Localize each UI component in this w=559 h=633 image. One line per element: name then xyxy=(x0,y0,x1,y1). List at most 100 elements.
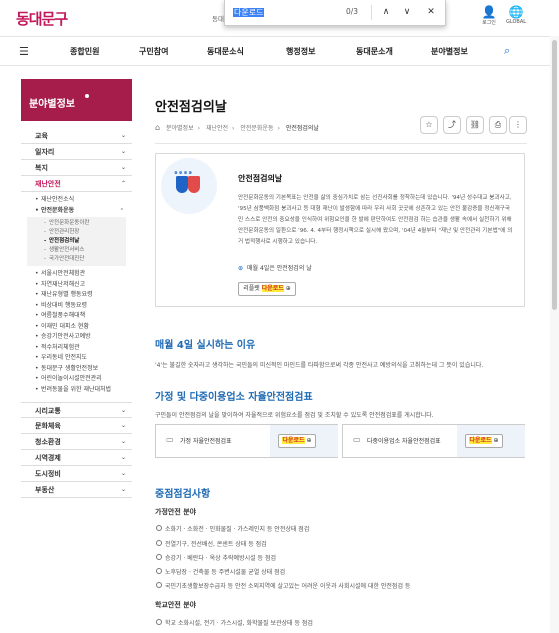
lnb-sub-item[interactable]: 여름철풍수해대책 xyxy=(21,311,132,322)
user-icon: 👤 xyxy=(481,5,497,19)
lnb-sub-item[interactable]: 승강기안전사고예방 xyxy=(21,332,132,343)
why-text: '4'는 불길한 숫자라고 생각하는 국민들의 미신적인 마인드를 타파함으로써… xyxy=(155,362,484,369)
lnb-submenu-box: 안전문화운동이란 안전관리헌장 안전점검의날 생활안전서비스 국가안전대진단 xyxy=(27,217,126,266)
gnb-item-civil[interactable]: 종합민원 xyxy=(70,46,99,57)
lnb-item-transport[interactable]: 시리교통 ⌄ xyxy=(21,401,132,418)
doc-download-button[interactable]: 다운로드 ⊕ xyxy=(278,434,316,448)
lnb-item-education[interactable]: 교육 ⌄ xyxy=(21,128,132,144)
main-navigation: ☰ 종합민원 구민참여 동대문소식 행정정보 동대문소개 분야별정보 ⌕ xyxy=(0,36,559,66)
lnb-sub3-item[interactable]: 안전문화운동이란 xyxy=(27,219,126,228)
lnb-label: 시역경제 xyxy=(35,453,61,462)
find-next-button[interactable]: ∨ xyxy=(399,4,415,20)
download-label: 다운로드 xyxy=(261,285,284,292)
lnb-sub3-item-current[interactable]: 안전점검의날 xyxy=(27,237,126,246)
intro-box: ๑๑๑๑ 안전점검의날 안전문화운동의 기본목표는 안전을 삶의 중심가치로 삼… xyxy=(155,153,525,307)
page-title: 안전점검의날 xyxy=(155,100,227,115)
gnb-item-participation[interactable]: 구민참여 xyxy=(139,46,168,57)
site-logo[interactable]: 동대문구 xyxy=(16,8,68,29)
chevron-down-icon: ⌄ xyxy=(120,406,126,414)
print-icon[interactable]: ⎙ xyxy=(489,116,507,134)
lnb-sub-item[interactable]: 어린이놀이시설안전관리 xyxy=(21,374,132,385)
lnb-sub3-item[interactable]: 국가안전대진단 xyxy=(27,255,126,264)
leaflet-download-button[interactable]: 리플렛 다운로드 ⊕ xyxy=(238,282,296,296)
living-item: 소화기 · 소화전 · 인화물질 · 가스레인지 등 안전상태 점검 xyxy=(155,525,310,533)
gnb-item-news[interactable]: 동대문소식 xyxy=(207,46,244,57)
breadcrumb-item[interactable]: 분야별정보 xyxy=(166,125,194,132)
lnb-sub-label: 안전문화운동 xyxy=(41,206,75,214)
chevron-down-icon: ⌄ xyxy=(120,164,126,171)
lnb-item-culture[interactable]: 문화체육 ⌄ xyxy=(21,418,132,434)
intro-check-note: ⊙ 매월 4일은 안전점검의 날 xyxy=(238,263,312,272)
lnb-sub-item[interactable]: 재난유형별 행동요령 xyxy=(21,290,132,301)
leaflet-label: 리플렛 xyxy=(243,285,260,292)
breadcrumb-sep: › xyxy=(232,125,235,132)
lnb-item-urban[interactable]: 도시정비 ⌄ xyxy=(21,466,132,482)
gnb-item-about[interactable]: 동대문소개 xyxy=(356,46,393,57)
doc-download-button[interactable]: 다운로드 ⊕ xyxy=(465,434,503,448)
bookmark-star-icon[interactable]: ☆ xyxy=(420,116,438,134)
home-icon[interactable]: ⌂ xyxy=(155,123,160,132)
lnb-sub3-item[interactable]: 생활안전서비스 xyxy=(27,246,126,255)
chevron-down-icon: ⌄ xyxy=(120,469,126,477)
chevron-down-icon: ⌄ xyxy=(120,132,126,139)
lnb-sub-item[interactable]: 이재민 대피소 현황 xyxy=(21,322,132,333)
lnb-sub-safety-culture[interactable]: 안전문화운동 ⌃ xyxy=(21,206,132,217)
login-button[interactable]: 👤 로그인 xyxy=(476,5,502,26)
lnb-item-jobs[interactable]: 일자리 ⌄ xyxy=(21,144,132,160)
gnb-item-admin[interactable]: 행정정보 xyxy=(286,46,315,57)
lnb-sub3-item[interactable]: 안전관리헌장 xyxy=(27,228,126,237)
shield-right-shape xyxy=(188,176,200,193)
global-button[interactable]: 🌐 GLOBAL xyxy=(503,5,529,25)
hamburger-menu-icon[interactable]: ☰ xyxy=(19,45,29,58)
breadcrumb-sep: › xyxy=(277,125,280,132)
search-icon[interactable]: ⌕ xyxy=(504,44,510,58)
lnb-label: 부동산 xyxy=(35,485,55,494)
lnb-sub-item[interactable]: 우리동네 안전지도 xyxy=(21,353,132,364)
gnb-item-fields[interactable]: 분야별정보 xyxy=(431,46,468,57)
lnb-label: 재난안전 xyxy=(35,180,61,188)
lnb-sub-item[interactable]: 번려동물을 위한 재난대처법 xyxy=(21,385,132,394)
lnb-sub-item[interactable]: 비상대비 행동요령 xyxy=(21,301,132,312)
lnb-item-environment[interactable]: 청소환경 ⌄ xyxy=(21,434,132,450)
breadcrumb-current: 안전점검의날 xyxy=(285,125,319,132)
lnb-item-welfare[interactable]: 복지 ⌄ xyxy=(21,160,132,176)
scrollbar[interactable] xyxy=(550,36,559,633)
link-icon[interactable]: ⛓ xyxy=(466,116,484,134)
lnb-label: 교육 xyxy=(35,132,48,140)
lnb-label: 시리교통 xyxy=(35,406,61,415)
breadcrumb-item[interactable]: 안전문화운동 xyxy=(240,125,273,132)
more-icon[interactable]: ⋮ xyxy=(509,116,527,134)
lnb-title: 분야별정보 xyxy=(21,79,132,121)
share-icon[interactable]: ⤴ xyxy=(443,116,461,134)
check-note-text: 매월 4일은 안전점검의 날 xyxy=(247,265,312,272)
school-item: 학교 소화시설, 전기 · 가스시설, 화학물질 보관상태 등 점검 xyxy=(156,619,313,627)
lnb-sub-item[interactable]: 서울시안전체험관 xyxy=(21,269,132,280)
doc-name: 다중이용업소 자율안전점검표 xyxy=(367,438,441,445)
doc-download-area: 다운로드 ⊕ xyxy=(457,425,525,457)
find-separator xyxy=(371,5,372,20)
breadcrumb-item[interactable]: 재난안전 xyxy=(206,125,228,132)
lnb-sub-item[interactable]: 자연재난저해신고 xyxy=(21,280,132,291)
living-item: 노후담장 · 건축물 등 주변시설물 균열 상태 점검 xyxy=(155,568,286,576)
lnb-title-dot xyxy=(85,94,89,98)
find-previous-button[interactable]: ∧ xyxy=(378,4,394,20)
login-label: 로그인 xyxy=(482,20,496,26)
lnb-item-disaster-safety[interactable]: 재난안전 ⌃ xyxy=(21,176,132,192)
find-close-button[interactable]: ✕ xyxy=(423,4,439,20)
download-label: 다운로드 xyxy=(282,437,305,444)
download-label: 다운로드 xyxy=(469,437,492,444)
chevron-down-icon: ⌄ xyxy=(120,437,126,445)
chevron-down-icon: ⌄ xyxy=(120,421,126,429)
lnb-item-economy[interactable]: 시역경제 ⌄ xyxy=(21,450,132,466)
doc-name: 가정 자율안전점검표 xyxy=(180,438,232,445)
breadcrumb: ⌂ 분야별정보 › 재난안전 › 안전문화운동 › 안전점검의날 xyxy=(155,123,323,132)
scrollbar-thumb[interactable] xyxy=(552,40,557,310)
safety-shield-icon: ๑๑๑๑ xyxy=(161,158,217,214)
lnb-sub-item[interactable]: 적수처리체험관 xyxy=(21,343,132,354)
lnb-sub-disaster-news[interactable]: 재난안전소식 xyxy=(21,195,132,206)
download-icon: ⊕ xyxy=(285,285,291,292)
title-divider xyxy=(155,143,527,144)
selfcheck-title: 가정 및 다중이용업소 자율안전점검표 xyxy=(155,392,313,403)
lnb-item-realestate[interactable]: 부동산 ⌄ xyxy=(21,482,132,498)
lnb-sub-item[interactable]: 동대문구 생활안전정보 xyxy=(21,364,132,375)
